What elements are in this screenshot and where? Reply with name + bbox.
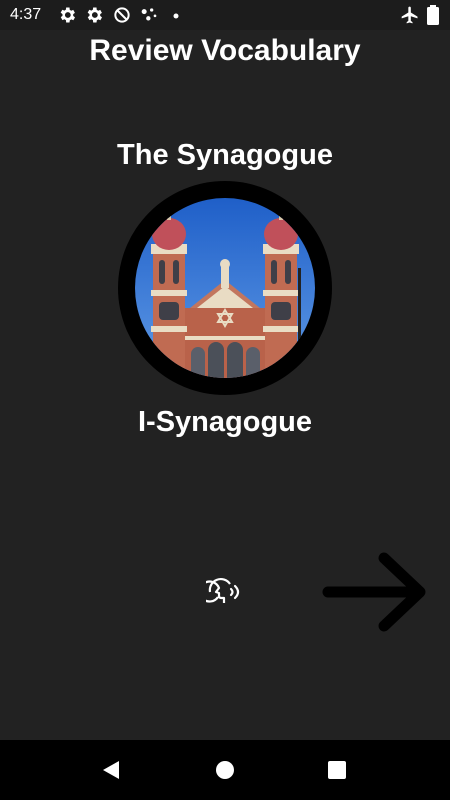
translated-word: I-Synagogue bbox=[137, 406, 312, 438]
speak-button[interactable] bbox=[198, 574, 247, 614]
data-saver-icon bbox=[112, 5, 132, 30]
home-icon[interactable] bbox=[210, 755, 240, 785]
status-time: 4:37 bbox=[10, 6, 42, 23]
page-title: Review Vocabulary bbox=[89, 34, 361, 67]
gear-icon bbox=[57, 5, 77, 30]
back-icon[interactable] bbox=[97, 755, 127, 785]
notification-dot-icon bbox=[170, 5, 182, 30]
assistant-dots-icon bbox=[140, 5, 160, 30]
gear-icon bbox=[84, 5, 104, 30]
synagogue-image bbox=[135, 198, 315, 378]
battery-full-icon bbox=[426, 5, 440, 30]
arrow-right-icon bbox=[322, 552, 428, 636]
english-word: The Synagogue bbox=[117, 139, 333, 171]
vocabulary-image-frame bbox=[118, 181, 332, 395]
next-button[interactable] bbox=[322, 552, 428, 632]
status-bar: 4:37 bbox=[0, 0, 450, 30]
system-nav-bar bbox=[0, 740, 450, 800]
speak-icon bbox=[198, 575, 244, 614]
airplane-mode-icon bbox=[400, 5, 420, 30]
recents-icon[interactable] bbox=[322, 755, 352, 785]
